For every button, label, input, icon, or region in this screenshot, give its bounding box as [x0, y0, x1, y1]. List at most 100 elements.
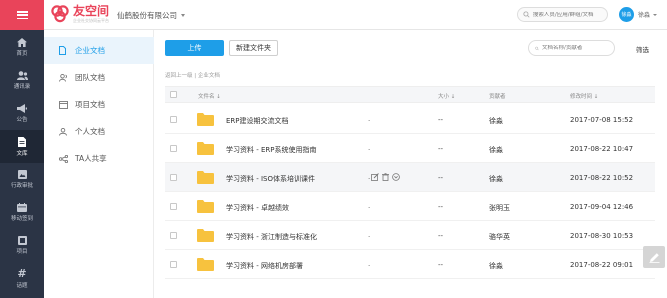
- upload-button[interactable]: 上传: [165, 40, 224, 56]
- folder-icon: [197, 200, 214, 213]
- chevron-down-icon: [181, 14, 185, 17]
- folder-icon: [197, 171, 214, 184]
- file-name[interactable]: 学习资料 - 浙江制造与标准化: [226, 232, 317, 242]
- row-checkbox[interactable]: [170, 261, 177, 268]
- table-row[interactable]: 学习资料 - 浙江制造与标准化 . -- 骆华英 2017-08-30 10:5…: [165, 221, 655, 250]
- nav-item-approval[interactable]: 行政审批: [0, 163, 44, 196]
- subnav-item-enterprise-docs[interactable]: 企业文档: [44, 37, 154, 64]
- nav-item-home[interactable]: 首页: [0, 31, 44, 64]
- logo[interactable]: 友空间 企业社交协同云平台: [50, 4, 109, 24]
- subnav-item-label: 企业文档: [75, 46, 105, 55]
- file-size: --: [438, 232, 444, 240]
- nav-item-label: 移动签到: [10, 216, 33, 222]
- document-icon: [18, 136, 26, 147]
- file-mtime: 2017-08-22 10:52: [570, 174, 634, 182]
- select-all-checkbox[interactable]: [170, 91, 177, 98]
- file-size: --: [438, 116, 444, 124]
- file-owner: 张明玉: [489, 204, 510, 212]
- team-icon: [59, 73, 67, 82]
- floating-edit-button[interactable]: [643, 246, 665, 268]
- row-dot: .: [368, 115, 371, 123]
- file-owner: 骆华英: [489, 233, 510, 241]
- share-icon: [59, 154, 68, 163]
- menu-toggle-button[interactable]: [0, 0, 44, 30]
- table-row[interactable]: 学习资料 - ERP系统使用指南 . -- 徐淼 2017-08-22 10:4…: [165, 134, 655, 163]
- file-owner: 徐淼: [489, 146, 503, 154]
- folder-icon: [197, 258, 214, 271]
- row-dot: .: [368, 173, 371, 181]
- file-size: --: [438, 145, 444, 153]
- nav-item-label: 话题: [16, 283, 28, 289]
- search-icon: [523, 11, 530, 18]
- table-row[interactable]: 学习资料 - 卓越绩效 . -- 张明玉 2017-09-04 12:46: [165, 192, 655, 221]
- folder-outline-icon: [59, 100, 68, 109]
- file-name[interactable]: 学习资料 - ERP系统使用指南: [226, 145, 316, 155]
- file-list-panel: 上传 新建文件夹 筛选 返回上一级 | 企业文档 文件名 ↓ 大小 ↓ 贡献者 …: [154, 30, 667, 298]
- avatar: 徐淼: [619, 7, 634, 22]
- column-header-name[interactable]: 文件名 ↓: [198, 92, 221, 100]
- table-header: 文件名 ↓ 大小 ↓ 贡献者 修改时间 ↓: [165, 86, 655, 103]
- user-menu[interactable]: 徐淼 徐淼: [619, 7, 658, 22]
- row-checkbox[interactable]: [170, 145, 177, 152]
- file-name[interactable]: ERP建设期交流文档: [226, 116, 289, 126]
- table-row[interactable]: 学习资料 - 网络机房部署 . -- 徐淼 2017-08-22 09:01: [165, 250, 655, 279]
- subnav-item-team-docs[interactable]: 团队文档: [44, 64, 154, 91]
- main-sidebar: 首页 通讯录 公告 文库 行政审批 移动签到 项目 # 话题: [0, 30, 44, 298]
- file-name[interactable]: 学习资料 - ISO体系培训课件: [226, 174, 315, 184]
- pencil-icon: [649, 252, 659, 263]
- subnav-item-shared-docs[interactable]: TA人共享: [44, 145, 154, 172]
- logo-subtitle: 企业社交协同云平台: [73, 18, 109, 23]
- nav-item-project[interactable]: 项目: [0, 229, 44, 262]
- row-checkbox[interactable]: [170, 203, 177, 210]
- breadcrumb[interactable]: 返回上一级 | 企业文档: [165, 71, 220, 79]
- row-checkbox[interactable]: [170, 116, 177, 123]
- row-checkbox[interactable]: [170, 232, 177, 239]
- delete-icon[interactable]: [382, 173, 389, 181]
- folder-icon: [197, 229, 214, 242]
- nav-item-label: 项目: [16, 249, 28, 255]
- file-mtime: 2017-08-22 09:01: [570, 261, 634, 269]
- row-dot: .: [368, 144, 371, 152]
- file-size: --: [438, 203, 444, 211]
- doc-search-input[interactable]: [542, 45, 614, 51]
- row-checkbox[interactable]: [170, 174, 177, 181]
- doc-search[interactable]: [528, 40, 615, 56]
- search-icon: [535, 46, 539, 50]
- global-search-input[interactable]: [532, 11, 607, 18]
- nav-item-topic[interactable]: # 话题: [0, 262, 44, 295]
- nav-item-checkin[interactable]: 移动签到: [0, 196, 44, 229]
- filter-button[interactable]: 筛选: [636, 44, 649, 54]
- megaphone-icon: [17, 104, 27, 113]
- nav-item-label: 公告: [16, 117, 28, 123]
- file-name[interactable]: 学习资料 - 卓越绩效: [226, 203, 289, 213]
- nav-item-contacts[interactable]: 通讯录: [0, 64, 44, 97]
- row-dot: .: [368, 231, 371, 239]
- global-search[interactable]: [517, 7, 608, 22]
- nav-item-library[interactable]: 文库: [0, 130, 44, 163]
- contacts-icon: [16, 71, 28, 80]
- subnav-item-label: 团队文档: [75, 73, 105, 82]
- logo-title: 友空间: [73, 4, 110, 18]
- more-icon[interactable]: [392, 173, 400, 181]
- subnav-item-project-docs[interactable]: 项目文档: [44, 91, 154, 118]
- nav-item-announcement[interactable]: 公告: [0, 97, 44, 130]
- subnav-item-personal-docs[interactable]: 个人文档: [44, 118, 154, 145]
- logo-icon: [51, 5, 69, 23]
- column-header-mtime[interactable]: 修改时间 ↓: [570, 92, 598, 100]
- new-folder-button[interactable]: 新建文件夹: [229, 40, 278, 56]
- file-mtime: 2017-07-08 15:52: [570, 116, 634, 124]
- column-header-size[interactable]: 大小 ↓: [438, 92, 455, 100]
- edit-icon[interactable]: [371, 173, 379, 181]
- table-row[interactable]: 学习资料 - ISO体系培训课件 . -- 徐淼 2017-08-22 10:5…: [165, 163, 655, 192]
- file-mtime: 2017-08-22 10:47: [570, 145, 634, 153]
- file-name[interactable]: 学习资料 - 网络机房部署: [226, 261, 303, 271]
- row-dot: .: [368, 260, 371, 268]
- nav-item-label: 文库: [16, 150, 28, 157]
- approval-icon: [17, 170, 27, 179]
- nav-item-label: 首页: [16, 51, 28, 57]
- company-switcher[interactable]: 仙鹤股份有限公司: [117, 10, 185, 21]
- folder-icon: [197, 113, 214, 126]
- user-name: 徐淼: [638, 12, 651, 19]
- table-row[interactable]: ERP建设期交流文档 . -- 徐淼 2017-07-08 15:52: [165, 105, 655, 134]
- file-size: --: [438, 261, 444, 269]
